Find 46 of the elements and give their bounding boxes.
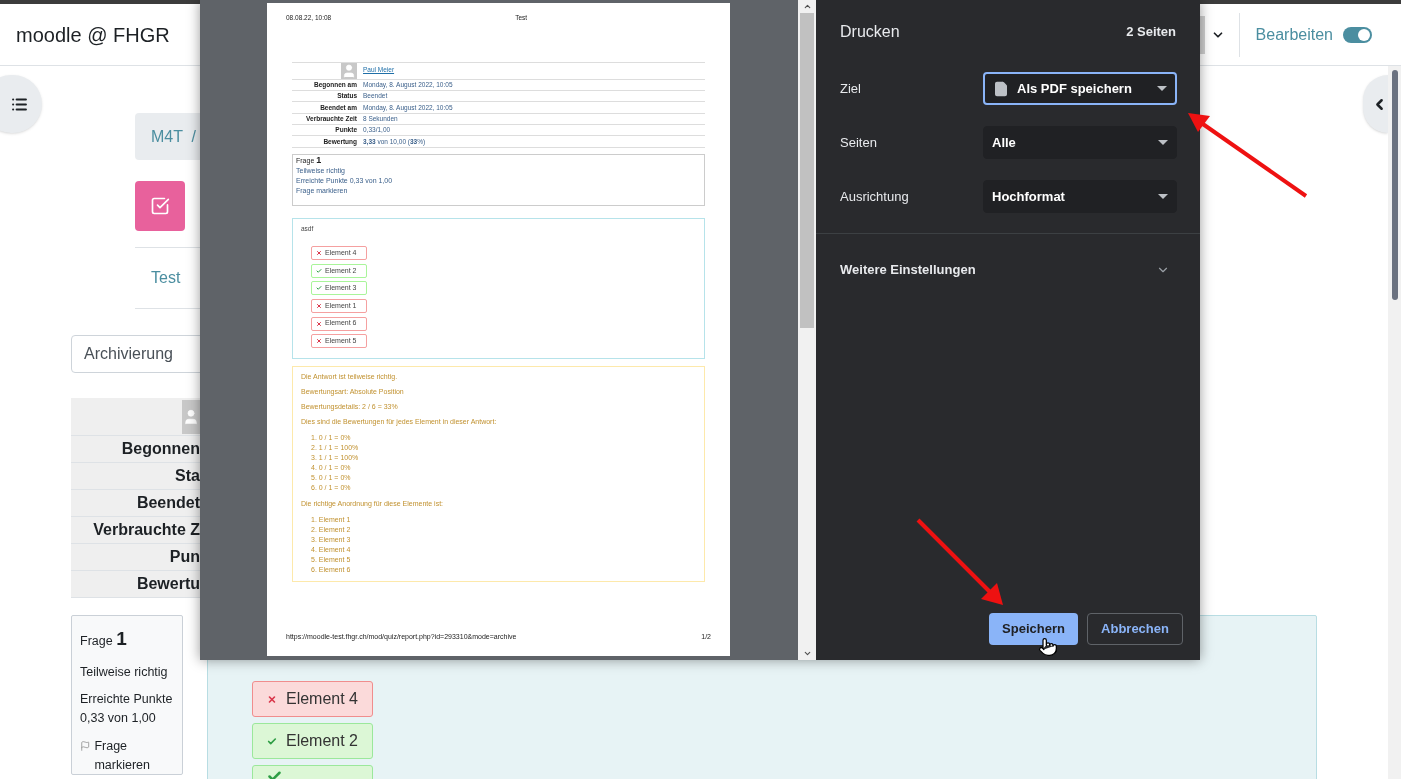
setting-select[interactable]: Hochformat [983, 180, 1177, 213]
summary-label: Bewertu [136, 574, 200, 594]
check-icon [316, 285, 322, 292]
cross-icon [316, 303, 322, 310]
cancel-button[interactable]: Abbrechen [1087, 613, 1183, 645]
user-avatar [182, 400, 200, 434]
question-state: Teilweise richtig [80, 663, 169, 681]
cross-icon [316, 250, 322, 257]
edit-mode-toggle[interactable] [1343, 26, 1372, 43]
cross-icon [316, 338, 322, 345]
dropdown-caret-icon [1157, 86, 1167, 91]
answer-item: Element 4 [252, 681, 373, 717]
list-icon [11, 95, 28, 113]
cross-icon [316, 320, 322, 327]
summary-label: Verbrauchte Z [93, 520, 200, 540]
save-button[interactable]: Speichern [989, 613, 1078, 645]
setting-label: Ziel [840, 79, 862, 98]
setting-select[interactable]: Als PDF speichern [983, 72, 1177, 105]
page-scrollbar[interactable] [1388, 66, 1401, 779]
answer-item: Element 2 [252, 723, 373, 759]
flag-question-link[interactable]: Frage markieren [94, 737, 174, 776]
dropdown-caret-icon [1158, 194, 1168, 199]
question-number: Frage 1 [80, 627, 128, 651]
setting-label: Seiten [840, 133, 878, 152]
summary-label: Sta [175, 466, 200, 486]
setting-label: Ausrichtung [840, 187, 910, 206]
setting-select[interactable]: Alle [983, 126, 1177, 159]
dialog-title: Drucken [840, 22, 900, 42]
user-avatar [341, 62, 357, 79]
question-points: Erreichte Punkte 0,33 von 1,00 [80, 691, 174, 728]
scrollbar[interactable] [798, 0, 816, 660]
edit-mode-label: Bearbeiten [1255, 24, 1333, 45]
summary-label: Beendet [136, 493, 200, 513]
summary-label: Pun [169, 547, 200, 567]
course-index-button[interactable] [0, 75, 42, 133]
summary-label: Begonnen [121, 439, 200, 459]
more-settings-toggle[interactable]: Weitere Einstellungen [816, 234, 1200, 306]
document-icon [993, 80, 1009, 97]
page-count: 2 Seiten [1126, 23, 1176, 42]
hand-cursor-icon [1038, 636, 1058, 658]
nav-link[interactable]: Test [151, 266, 181, 290]
drawer-toggle-button[interactable] [1363, 75, 1388, 133]
check-icon [316, 267, 322, 274]
quiz-activity-icon [135, 181, 185, 231]
site-name[interactable]: moodle @ FHGR [16, 19, 170, 50]
dropdown-caret-icon [1158, 140, 1168, 145]
